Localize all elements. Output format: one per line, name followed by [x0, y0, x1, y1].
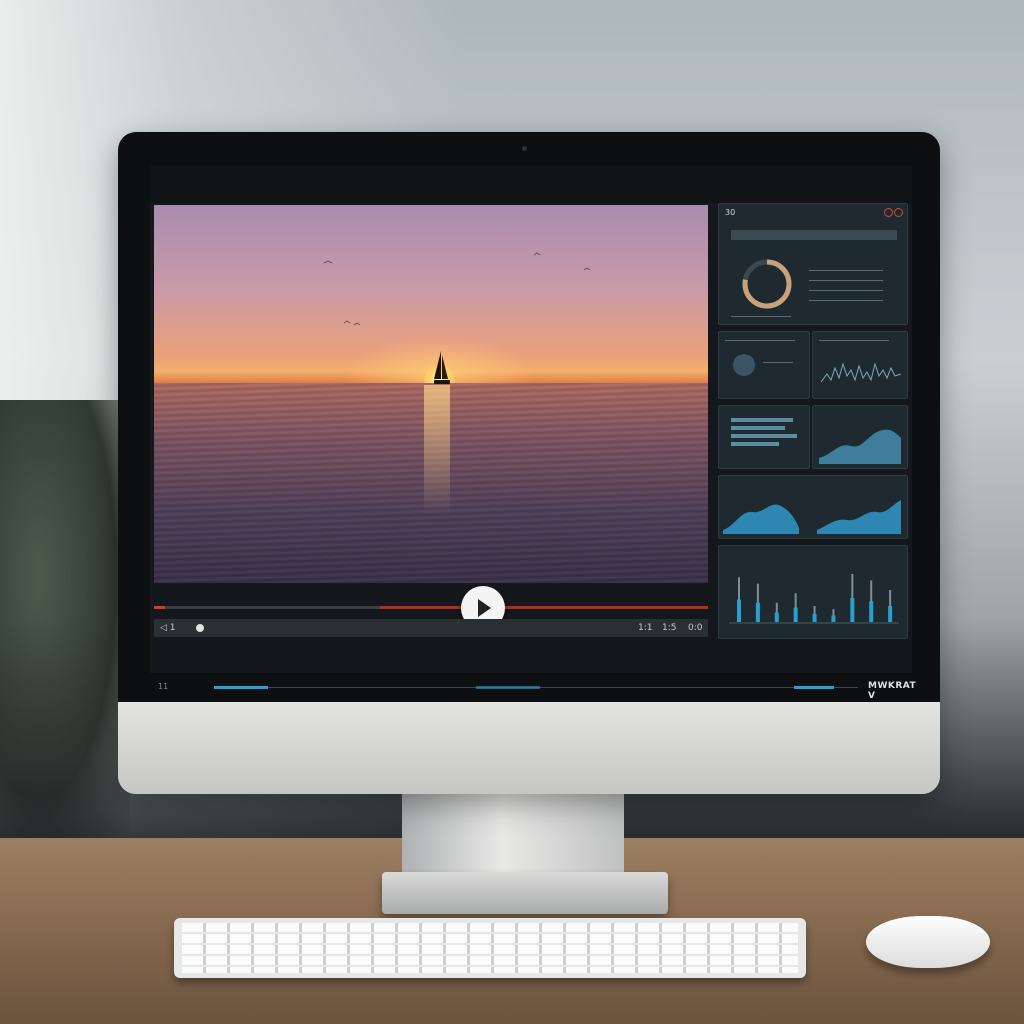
taskbar-segment[interactable] [476, 686, 540, 689]
volume-control[interactable]: ◁ 1 [160, 621, 176, 635]
legend-line [809, 290, 883, 291]
wave-card [718, 475, 908, 539]
monitor-stand-base [382, 872, 668, 914]
card-title-line [725, 340, 795, 341]
bar [869, 601, 874, 622]
taskbar: 11 MWKRAT V [150, 677, 916, 701]
bar [774, 612, 779, 622]
sailboat-icon [434, 351, 450, 384]
control-bar: ◁ 1 1:1 1:5 0:0 [154, 619, 708, 637]
h-bar [731, 442, 779, 446]
taskbar-segment[interactable] [214, 686, 268, 689]
top-bar [150, 165, 912, 203]
legend-line [809, 280, 883, 281]
progress-buffer [380, 606, 708, 609]
speed-button[interactable]: 1:5 [662, 621, 676, 635]
analytics-dashboard: 30 [718, 203, 908, 639]
screen: ◁ 1 1:1 1:5 0:0 30 11 MWKRAT V [150, 165, 916, 701]
keyboard [174, 918, 806, 978]
sparkline-chart [821, 362, 901, 383]
camera-icon [522, 146, 527, 151]
bubble-card [718, 331, 810, 399]
close-icon[interactable] [894, 208, 903, 217]
bar [737, 599, 741, 622]
bar-chart [729, 574, 899, 624]
area-chart [819, 429, 901, 464]
bar [793, 607, 798, 622]
video-frame[interactable] [154, 205, 708, 583]
h-bar [731, 418, 793, 422]
area-card [812, 405, 908, 469]
tab-label[interactable]: 30 [725, 208, 735, 217]
taskbar-left-label: 11 [158, 682, 169, 691]
bar [831, 615, 836, 622]
mouse [866, 916, 990, 968]
bar [850, 598, 855, 622]
time-display: 1:1 [638, 623, 653, 633]
h-bar [731, 426, 785, 430]
play-icon [478, 599, 491, 617]
stat-line [763, 362, 793, 363]
legend-line [809, 300, 883, 301]
monitor-stand-neck [402, 794, 624, 878]
progress-fill [154, 606, 166, 609]
area-chart-right [817, 500, 901, 534]
legend-line [809, 270, 883, 271]
settings-button[interactable]: 0:0 [688, 621, 702, 635]
donut-chart [742, 259, 792, 309]
keyboard-keys [182, 923, 798, 973]
bars-card [718, 405, 810, 469]
header-field[interactable] [731, 230, 897, 240]
donut-card: 30 [718, 203, 908, 325]
bar-chart-card [718, 545, 908, 639]
taskbar-segment[interactable] [794, 686, 834, 689]
bar [755, 602, 760, 622]
area-chart-left [723, 504, 799, 534]
progress-bar[interactable] [154, 606, 708, 609]
bubble [733, 354, 755, 376]
birds-icon [324, 252, 591, 326]
card-title-line [819, 340, 889, 341]
h-bar [731, 434, 797, 438]
alert-icon[interactable] [884, 208, 893, 217]
monitor-chin [118, 702, 940, 794]
footer-line [731, 316, 791, 317]
bar [812, 614, 817, 622]
brand-label: MWKRAT V [868, 681, 917, 701]
bar [888, 606, 893, 622]
record-icon[interactable] [196, 624, 204, 632]
sun-reflection [424, 385, 450, 515]
spark-card [812, 331, 908, 399]
